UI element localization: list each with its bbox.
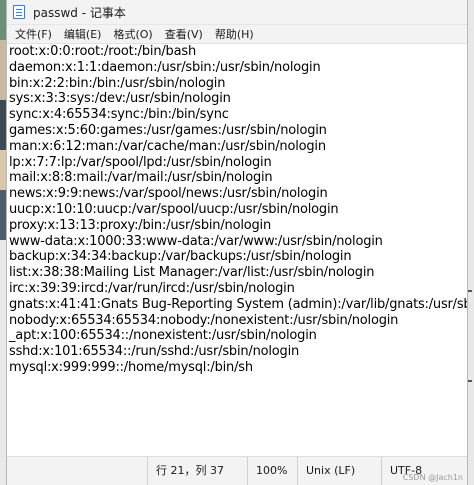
notepad-icon [13,5,25,19]
menu-bar: 文件(F) 编辑(E) 格式(O) 查看(V) 帮助(H) [7,25,467,44]
menu-format[interactable]: 格式(O) [107,26,158,42]
text-line: root:x:0:0:root:/root:/bin/bash [9,44,196,59]
zoom-level: 100% [247,457,297,485]
text-line: news:x:9:9:news:/var/spool/news:/usr/sbi… [9,186,328,202]
text-line: sshd:x:101:65534::/run/sshd:/usr/sbin/no… [9,344,300,360]
text-line: uucp:x:10:10:uucp:/var/spool/uucp:/usr/s… [9,201,339,217]
text-line: proxy:x:13:13:proxy:/bin:/usr/sbin/nolog… [9,217,271,233]
text-line: man:x:6:12:man:/var/cache/man:/usr/sbin/… [9,138,326,154]
text-line: lp:x:7:7:lp:/var/spool/lpd:/usr/sbin/nol… [9,154,272,170]
menu-file[interactable]: 文件(F) [9,26,58,42]
text-line: irc:x:39:39:ircd:/var/run/ircd:/usr/sbin… [9,280,295,296]
menu-view[interactable]: 查看(V) [159,26,209,42]
text-line: sys:x:3:3:sys:/dev:/usr/sbin/nologin [9,91,231,107]
text-line: daemon:x:1:1:daemon:/usr/sbin:/usr/sbin/… [9,59,321,75]
text-line: bin:x:2:2:bin:/bin:/usr/sbin/nologin [9,75,226,91]
menu-edit[interactable]: 编辑(E) [58,26,108,42]
line-ending: Unix (LF) [297,457,381,485]
notepad-window: passwd - 记事本 文件(F) 编辑(E) 格式(O) 查看(V) 帮助(… [6,0,468,485]
text-editor[interactable]: root:x:0:0:root:/root:/bin/bash daemon:x… [7,44,467,457]
text-line: list:x:38:38:Mailing List Manager:/var/l… [9,265,375,281]
title-bar: passwd - 记事本 [7,0,467,25]
menu-help[interactable]: 帮助(H) [209,26,260,42]
text-line: www-data:x:1000:33:www-data:/var/www:/us… [9,233,383,249]
status-bar: 行 21，列 37 100% Unix (LF) UTF-8 CSDN @Jac… [7,456,467,485]
text-line: mysql:x:999:999::/home/mysql:/bin/sh [9,359,253,375]
text-line: nobody:x:65534:65534:nobody:/nonexistent… [9,312,399,328]
text-line: games:x:5:60:games:/usr/games:/usr/sbin/… [9,122,327,138]
text-line: backup:x:34:34:backup:/var/backups:/usr/… [9,249,352,265]
text-line: _apt:x:100:65534::/nonexistent:/usr/sbin… [9,328,317,344]
text-line: mail:x:8:8:mail:/var/mail:/usr/sbin/nolo… [9,170,273,186]
text-line: sync:x:4:65534:sync:/bin:/bin/sync [9,107,229,123]
watermark: CSDN @Jach1n [402,473,463,482]
text-line: gnats:x:41:41:Gnats Bug-Reporting System… [9,296,467,312]
cursor-position: 行 21，列 37 [147,457,247,485]
window-title: passwd - 记事本 [33,5,126,20]
